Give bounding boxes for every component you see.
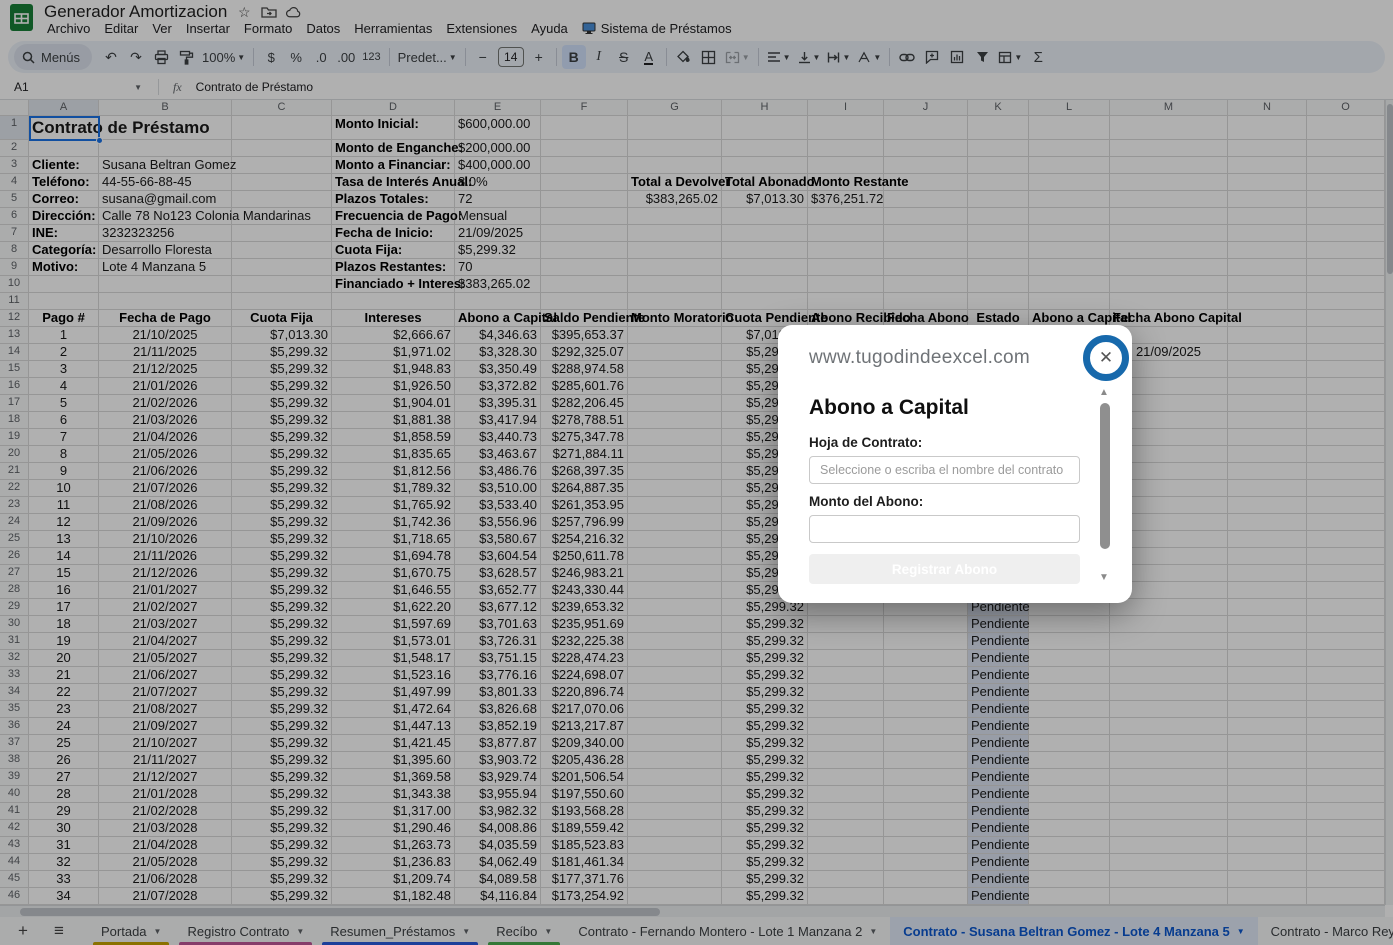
close-icon[interactable]: ✕ <box>1083 335 1129 381</box>
dim-overlay <box>0 0 1393 945</box>
dialog-scroll-up-icon[interactable]: ▲ <box>1099 387 1109 398</box>
payment-amount-label: Monto del Abono: <box>809 494 923 509</box>
register-payment-button[interactable]: Registrar Abono <box>809 554 1080 584</box>
abono-capital-dialog: www.tugodindeexcel.com ✕ Abono a Capital… <box>778 325 1132 603</box>
payment-amount-input[interactable] <box>809 515 1080 543</box>
dialog-scrollbar-thumb[interactable] <box>1100 403 1110 549</box>
contract-sheet-label: Hoja de Contrato: <box>809 435 922 450</box>
dialog-scroll-down-icon[interactable]: ▼ <box>1099 572 1109 583</box>
dialog-site-label: www.tugodindeexcel.com <box>809 347 1030 369</box>
contract-sheet-input[interactable] <box>809 456 1080 484</box>
dialog-title: Abono a Capital <box>809 396 969 420</box>
